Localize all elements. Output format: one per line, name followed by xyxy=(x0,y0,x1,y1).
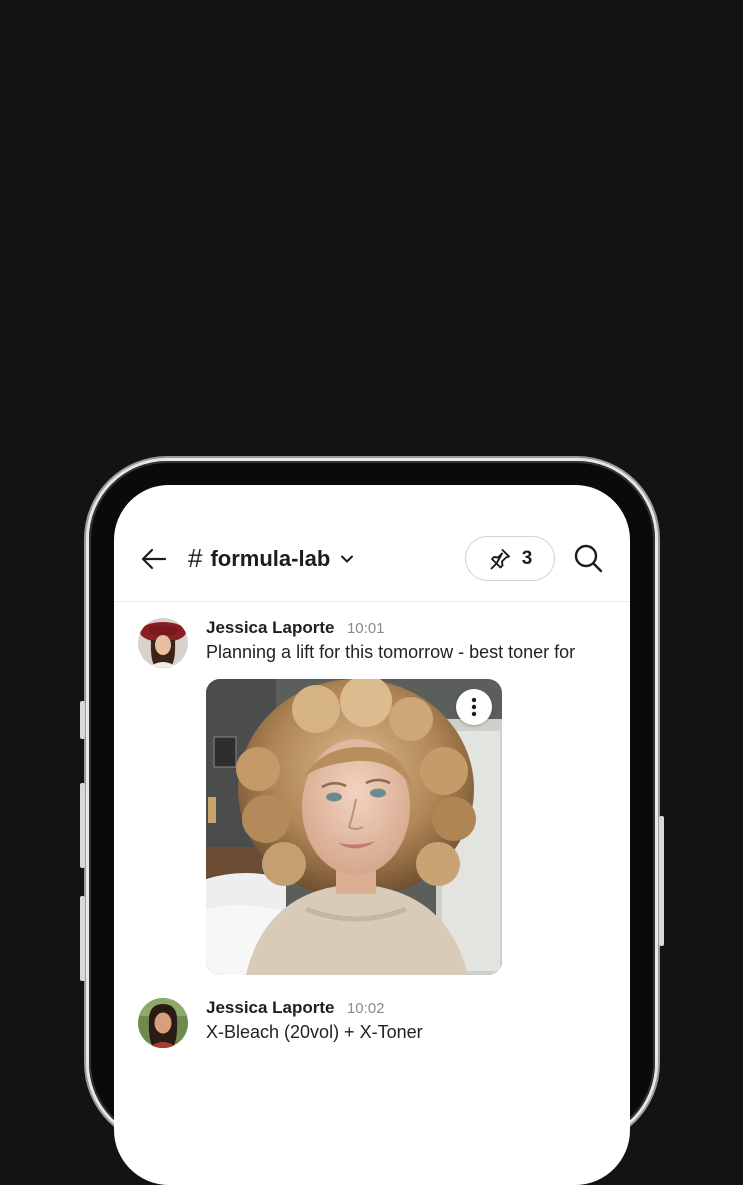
phone-frame: # formula-lab 3 Jessica Laporte 10:01 Pl… xyxy=(80,461,664,1185)
message-time: 10:02 xyxy=(346,1000,385,1017)
phone-volume-up-button xyxy=(80,783,85,868)
channel-selector[interactable]: # formula-lab xyxy=(188,543,354,574)
portrait-photo xyxy=(206,679,502,975)
message-time: 10:01 xyxy=(346,620,385,637)
pinned-count: 3 xyxy=(521,547,533,569)
message-item[interactable]: Jessica Laporte 10:02 X-Bleach (20vol) +… xyxy=(138,998,630,1058)
channel-name: formula-lab xyxy=(210,545,331,571)
message-meta: Jessica Laporte 10:01 xyxy=(206,618,385,638)
search-icon[interactable] xyxy=(573,543,603,573)
hash-icon: # xyxy=(188,543,203,573)
chevron-down-icon xyxy=(341,555,354,562)
avatar[interactable] xyxy=(138,618,188,668)
phone-mute-switch xyxy=(80,701,85,739)
author-name[interactable]: Jessica Laporte xyxy=(206,998,335,1017)
message-text: Planning a lift for this tomorrow - best… xyxy=(206,642,576,662)
app-screen: # formula-lab 3 Jessica Laporte 10:01 Pl… xyxy=(114,485,630,1185)
arrow-left-icon[interactable] xyxy=(140,545,168,573)
author-name[interactable]: Jessica Laporte xyxy=(206,618,335,637)
image-more-button[interactable] xyxy=(456,689,492,725)
message-text: X-Bleach (20vol) + X-Toner xyxy=(206,1022,423,1042)
pinned-messages-button[interactable]: 3 xyxy=(465,536,555,581)
avatar[interactable] xyxy=(138,998,188,1048)
attached-image[interactable] xyxy=(206,679,502,975)
more-vertical-icon xyxy=(471,697,477,717)
phone-power-button xyxy=(659,816,664,946)
channel-header: # formula-lab 3 xyxy=(114,485,630,602)
message-meta: Jessica Laporte 10:02 xyxy=(206,998,385,1018)
pin-icon xyxy=(490,548,510,569)
phone-volume-down-button xyxy=(80,896,85,981)
